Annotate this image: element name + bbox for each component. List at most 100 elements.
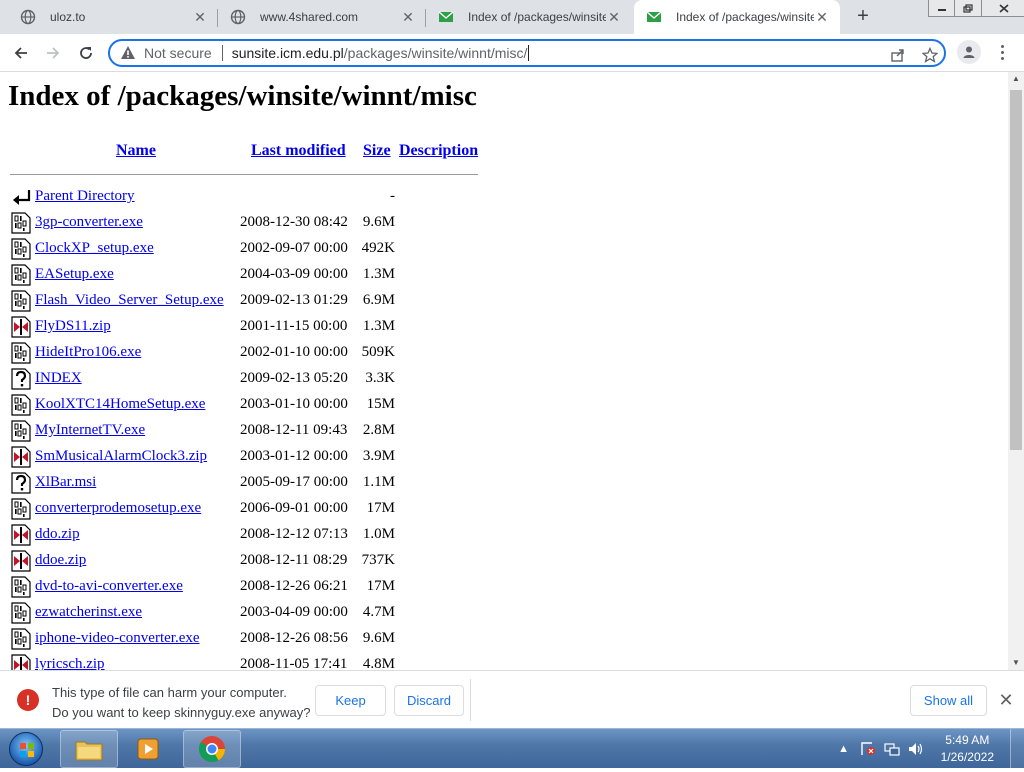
close-window-button[interactable] (982, 0, 1024, 17)
file-link[interactable]: 3gp-converter.exe (35, 214, 143, 231)
clock-time: 5:49 AM (945, 733, 990, 747)
binary-icon[interactable] (11, 394, 31, 416)
security-label[interactable]: Not secure (144, 45, 212, 61)
column-header-name[interactable]: Name (116, 142, 156, 160)
clock[interactable]: 5:49 AM 1/26/2022 (941, 732, 994, 766)
show-hidden-icons-icon[interactable]: ▲ (835, 740, 853, 758)
compressed-icon[interactable] (11, 316, 31, 338)
file-size: 1.0M (362, 526, 395, 542)
file-size: 9.6M (362, 630, 395, 646)
file-link[interactable]: Flash_Video_Server_Setup.exe (35, 292, 224, 309)
arrow-right-icon (47, 47, 60, 59)
tab-close-button[interactable]: ✕ (814, 9, 830, 25)
restore-button[interactable] (955, 0, 982, 17)
back-button[interactable] (9, 41, 33, 65)
binary-icon[interactable] (11, 264, 31, 286)
tab-4shared[interactable]: www.4shared.com ✕ (218, 0, 426, 34)
file-size: 4.7M (362, 604, 395, 620)
binary-icon[interactable] (11, 342, 31, 364)
new-tab-button[interactable]: + (852, 6, 874, 28)
forward-button[interactable] (41, 41, 65, 65)
file-size: 492K (361, 240, 395, 256)
system-tray: ▲ 5:49 AM 1/26/2022 (835, 729, 1024, 769)
compressed-icon[interactable] (11, 446, 31, 468)
tab-close-button[interactable]: ✕ (192, 9, 208, 25)
bookmark-star-icon[interactable] (920, 45, 940, 65)
file-size: 509K (361, 344, 395, 360)
binary-icon[interactable] (11, 576, 31, 598)
compressed-icon[interactable] (11, 524, 31, 546)
file-link[interactable]: converterprodemosetup.exe (35, 500, 201, 517)
scroll-up-arrow[interactable]: ▲ (1008, 72, 1024, 86)
file-link[interactable]: SmMusicalAlarmClock3.zip (35, 448, 207, 465)
media-player-icon (137, 738, 159, 760)
unknown-icon[interactable] (11, 472, 31, 494)
close-icon[interactable]: ✕ (996, 689, 1016, 711)
file-link[interactable]: Parent Directory (35, 188, 135, 205)
start-button[interactable] (4, 730, 48, 768)
binary-icon[interactable] (11, 602, 31, 624)
warning-icon[interactable] (120, 45, 136, 61)
tab-close-button[interactable]: ✕ (400, 9, 416, 25)
file-link[interactable]: KoolXTC14HomeSetup.exe (35, 396, 205, 413)
file-link[interactable]: INDEX (35, 370, 82, 387)
reload-button[interactable] (74, 41, 98, 65)
url-text[interactable]: sunsite.icm.edu.pl/packages/winsite/winn… (232, 45, 530, 61)
binary-icon[interactable] (11, 290, 31, 312)
unknown-icon[interactable] (11, 368, 31, 390)
binary-icon[interactable] (11, 212, 31, 234)
file-row: 3gp-converter.exe 2008-12-30 08:42 9.6M (0, 210, 480, 236)
scroll-thumb[interactable] (1010, 90, 1022, 450)
back-icon[interactable] (11, 186, 31, 208)
binary-icon[interactable] (11, 238, 31, 260)
binary-icon[interactable] (11, 628, 31, 650)
profile-button[interactable] (957, 40, 981, 64)
binary-icon[interactable] (11, 420, 31, 442)
file-link[interactable]: XlBar.msi (35, 474, 96, 491)
compressed-icon[interactable] (11, 550, 31, 572)
tab-close-button[interactable]: ✕ (606, 9, 622, 25)
volume-icon[interactable] (907, 740, 925, 758)
column-header-size[interactable]: Size (363, 142, 391, 160)
file-link[interactable]: ddoe.zip (35, 552, 86, 569)
binary-icon[interactable] (11, 498, 31, 520)
file-row: EASetup.exe 2004-03-09 00:00 1.3M (0, 262, 480, 288)
file-link[interactable]: dvd-to-avi-converter.exe (35, 578, 183, 595)
network-icon[interactable] (883, 740, 901, 758)
file-link[interactable]: HideItPro106.exe (35, 344, 141, 361)
file-link[interactable]: ClockXP_setup.exe (35, 240, 154, 257)
taskbar-explorer-button[interactable] (60, 730, 118, 768)
column-header-description[interactable]: Description (399, 142, 478, 160)
file-row: Flash_Video_Server_Setup.exe 2009-02-13 0… (0, 288, 480, 314)
column-header-last-modified[interactable]: Last modified (251, 142, 346, 160)
tab-index-1[interactable]: Index of /packages/winsite/ ✕ (426, 0, 632, 34)
file-link[interactable]: MyInternetTV.exe (35, 422, 145, 439)
file-link[interactable]: lyricsch.zip (35, 656, 105, 670)
show-all-button[interactable]: Show all (910, 685, 987, 716)
url-path: /packages/winsite/winnt/misc/ (343, 45, 528, 61)
sunsite-icon (646, 9, 662, 25)
file-link[interactable]: ddo.zip (35, 526, 80, 543)
tab-uloz[interactable]: uloz.to ✕ (8, 0, 218, 34)
file-link[interactable]: EASetup.exe (35, 266, 114, 283)
file-link[interactable]: iphone-video-converter.exe (35, 630, 200, 647)
tab-index-active[interactable]: Index of /packages/winsite/ ✕ (634, 0, 840, 34)
share-icon[interactable] (888, 45, 908, 65)
address-bar[interactable]: Not secure sunsite.icm.edu.pl/packages/w… (108, 39, 946, 67)
taskbar-media-player-button[interactable] (120, 730, 178, 768)
show-desktop-button[interactable] (1010, 729, 1024, 769)
scroll-down-arrow[interactable]: ▼ (1008, 656, 1024, 670)
file-link[interactable]: ezwatcherinst.exe (35, 604, 142, 621)
vertical-scrollbar[interactable]: ▲ ▼ (1008, 72, 1024, 670)
minimize-button[interactable] (928, 0, 955, 17)
browser-toolbar: Not secure sunsite.icm.edu.pl/packages/w… (0, 34, 1024, 72)
compressed-icon[interactable] (11, 654, 31, 670)
action-center-icon[interactable] (859, 740, 877, 758)
discard-button[interactable]: Discard (394, 685, 464, 716)
more-menu-button[interactable] (994, 41, 1010, 63)
taskbar-chrome-button[interactable] (183, 730, 241, 768)
tab-title: www.4shared.com (260, 10, 359, 24)
keep-button[interactable]: Keep (315, 685, 386, 716)
file-link[interactable]: FlyDS11.zip (35, 318, 111, 335)
download-warning: This type of file can harm your computer… (52, 683, 310, 723)
